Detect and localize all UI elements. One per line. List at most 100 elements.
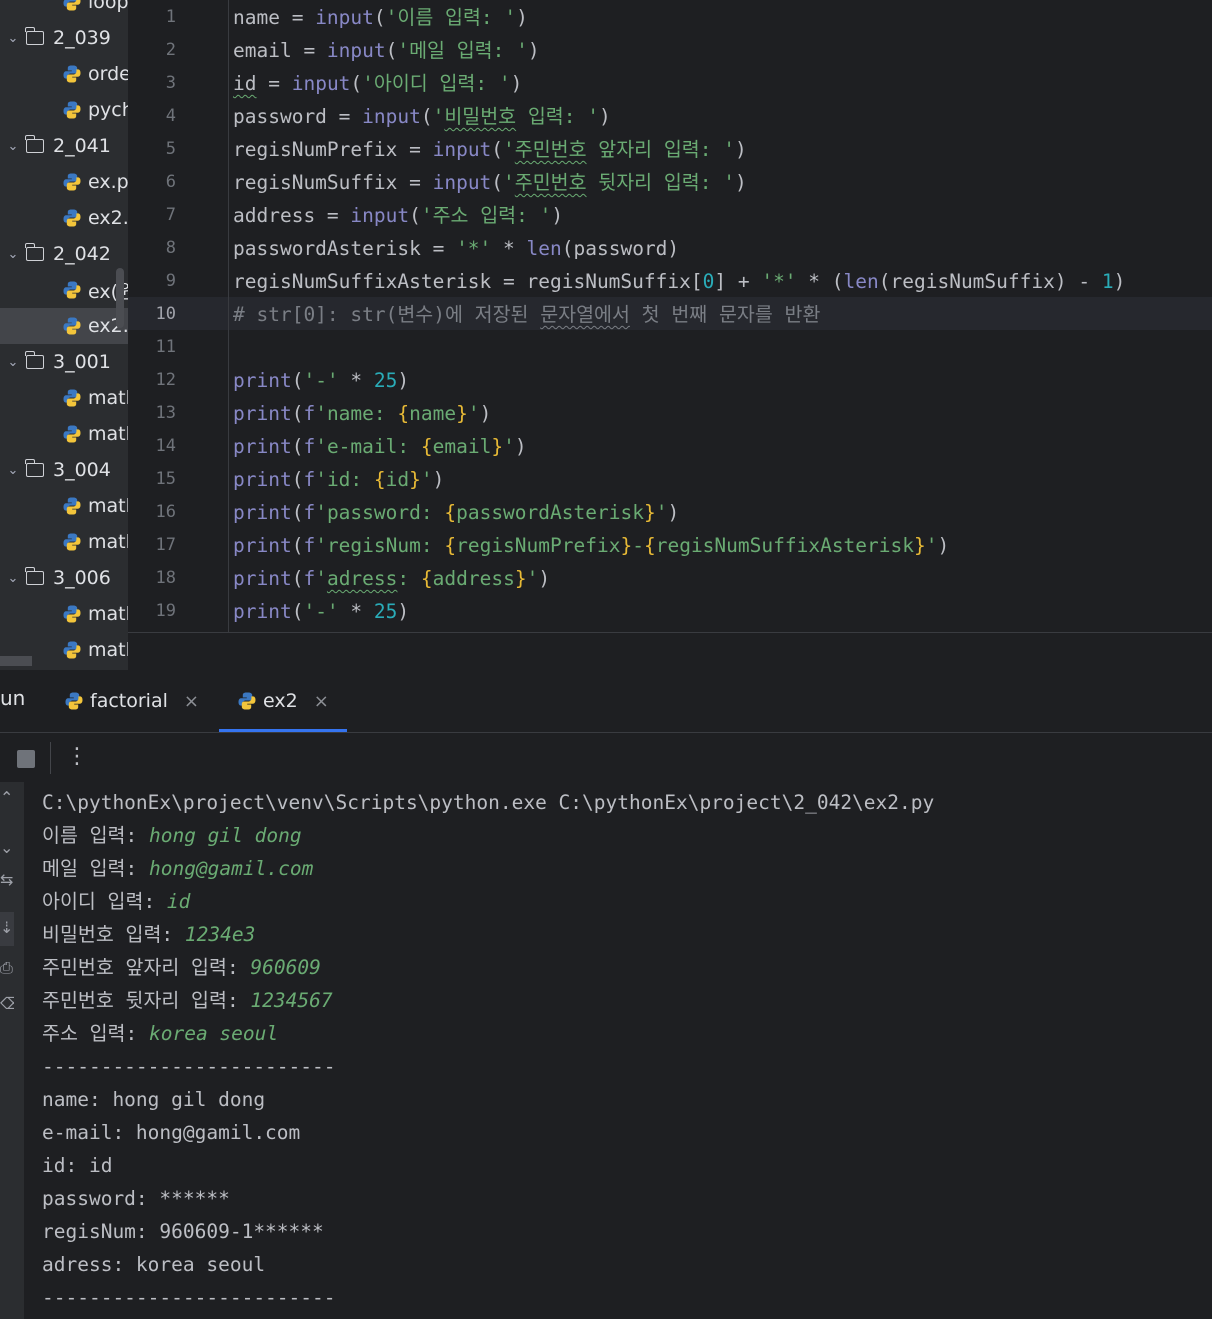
code-line[interactable]: print(f'password: {passwordAsterisk}'): [233, 496, 679, 529]
tree-folder[interactable]: ⌄ 3_006: [0, 560, 128, 596]
tree-item-label: 3_001: [53, 351, 111, 373]
console-text: 비밀번호 입력:: [42, 923, 185, 946]
console-text: adress: korea seoul: [42, 1253, 266, 1276]
tree-file[interactable]: orde: [0, 56, 128, 92]
code-line[interactable]: id = input('아이디 입력: '): [233, 67, 522, 100]
chevron-down-icon[interactable]: ⌄: [0, 247, 26, 262]
code-line[interactable]: regisNumPrefix = input('주민번호 앞자리 입력: '): [233, 133, 747, 166]
tree-item-label: 2_042: [53, 243, 111, 265]
stop-button[interactable]: [17, 750, 35, 768]
project-tree[interactable]: loop ⌄ 2_039 orde pych ⌄ 2_041 ex.p ex2. ⌄ 2_042 ex…: [0, 0, 128, 670]
console-line: 메일 입력: hong@gamil.com: [42, 852, 1202, 885]
code-line[interactable]: print(f'adress: {address}'): [233, 562, 550, 595]
tree-item-label: orde: [88, 63, 128, 85]
tree-file[interactable]: matl: [0, 596, 128, 632]
tree-file[interactable]: matl: [0, 488, 128, 524]
tree-item-label: 2_041: [53, 135, 111, 157]
code-editor[interactable]: 1 2 3 4 5 6 7 8 9 10 11 12 13 14 15 16 17 18 19 name = inp…: [128, 0, 1212, 670]
tree-file[interactable]: matl: [0, 416, 128, 452]
line-number: 19: [155, 601, 176, 621]
tree-file[interactable]: pych: [0, 92, 128, 128]
soft-wrap-icon[interactable]: ⇆: [0, 870, 14, 889]
run-panel: un factorial × ex2 × ⋮ ⌃ ⌄ ⇆ ⇣ ⎙ ⌫ C:\py…: [0, 670, 1212, 1319]
trash-icon[interactable]: ⌫: [0, 994, 14, 1013]
console-text: -------------------------: [42, 1055, 336, 1078]
code-line[interactable]: password = input('비밀번호 입력: '): [233, 100, 611, 133]
code-line[interactable]: address = input('주소 입력: '): [233, 199, 563, 232]
tree-file[interactable]: ex2.: [0, 200, 128, 236]
tree-folder[interactable]: ⌄ 2_042: [0, 236, 128, 272]
close-icon[interactable]: ×: [314, 691, 329, 712]
console-text: name: hong gil dong: [42, 1088, 266, 1111]
tab-label: factorial: [90, 690, 168, 712]
line-number: 11: [155, 337, 176, 357]
tree-file[interactable]: ex2.: [0, 308, 128, 344]
tree-file[interactable]: loop: [0, 0, 128, 20]
tab-factorial[interactable]: factorial ×: [64, 670, 199, 732]
line-number: 10: [155, 304, 176, 324]
code-line[interactable]: print('-' * 25): [233, 364, 409, 397]
tree-item-label: matl: [88, 639, 128, 661]
folder-icon: [25, 351, 44, 369]
console-text: 메일 입력:: [42, 857, 149, 880]
python-file-icon: [63, 425, 81, 443]
code-line[interactable]: email = input('메일 입력: '): [233, 34, 540, 67]
tab-ex2[interactable]: ex2 ×: [219, 670, 347, 732]
tree-scrollbar[interactable]: [116, 268, 124, 328]
tree-item-label: 2_039: [53, 27, 111, 49]
code-line[interactable]: print(f'regisNum: {regisNumPrefix}-{regi…: [233, 529, 949, 562]
folder-icon: [25, 459, 44, 477]
code-line[interactable]: print(f'e-mail: {email}'): [233, 430, 527, 463]
scroll-down-icon[interactable]: ⌄: [0, 838, 14, 857]
chevron-down-icon[interactable]: ⌄: [0, 463, 26, 478]
tree-folder[interactable]: ⌄ 2_039: [0, 20, 128, 56]
tree-item-label: matl: [88, 423, 128, 445]
tree-file[interactable]: matl: [0, 380, 128, 416]
run-tab-bar: un factorial × ex2 ×: [0, 670, 1212, 733]
line-number: 7: [165, 205, 176, 225]
tree-folder[interactable]: ⌄ 2_041: [0, 128, 128, 164]
console-line: 이름 입력: hong gil dong: [42, 819, 1202, 852]
python-file-icon: [63, 389, 81, 407]
scroll-to-end-icon[interactable]: ⇣: [0, 918, 14, 937]
console-user-input: 1234e3: [184, 923, 256, 946]
code-line[interactable]: # str[0]: str(변수)에 저장된 문자열에서 첫 번째 문자를 반환: [233, 298, 820, 331]
code-line[interactable]: print(f'id: {id}'): [233, 463, 444, 496]
console-line: adress: korea seoul: [42, 1248, 1202, 1281]
tree-item-label: matl: [88, 603, 128, 625]
console-user-input: korea seoul: [148, 1022, 279, 1045]
tree-folder[interactable]: ⌄ 3_004: [0, 452, 128, 488]
line-number: 13: [155, 403, 176, 423]
console-output[interactable]: C:\pythonEx\project\venv\Scripts\python.…: [42, 786, 1202, 1314]
more-options-icon[interactable]: ⋮: [66, 744, 88, 769]
console-text: 주민번호 뒷자리 입력:: [42, 989, 251, 1012]
python-file-icon: [63, 605, 81, 623]
chevron-down-icon[interactable]: ⌄: [0, 139, 26, 154]
tree-file[interactable]: matl: [0, 524, 128, 560]
tree-file[interactable]: ex.p: [0, 164, 128, 200]
code-line[interactable]: print('-' * 25): [233, 595, 409, 628]
console-line: regisNum: 960609-1******: [42, 1215, 1202, 1248]
console-line: 주민번호 뒷자리 입력: 1234567: [42, 984, 1202, 1017]
console-text: e-mail: hong@gamil.com: [42, 1121, 301, 1144]
tree-folder[interactable]: ⌄ 3_001: [0, 344, 128, 380]
print-icon[interactable]: ⎙: [0, 958, 14, 978]
code-line[interactable]: name = input('이름 입력: '): [233, 1, 528, 34]
scroll-up-icon[interactable]: ⌃: [0, 788, 14, 807]
code-line[interactable]: regisNumSuffixAsterisk = regisNumSuffix[…: [233, 265, 1125, 298]
code-line[interactable]: passwordAsterisk = '*' * len(password): [233, 232, 679, 265]
close-icon[interactable]: ×: [184, 691, 199, 712]
line-number: 9: [165, 271, 176, 291]
console-text: 주민번호 앞자리 입력:: [42, 956, 251, 979]
line-number: 8: [165, 238, 176, 258]
code-line[interactable]: regisNumSuffix = input('주민번호 뒷자리 입력: '): [233, 166, 747, 199]
code-line[interactable]: print(f'name: {name}'): [233, 397, 491, 430]
chevron-down-icon[interactable]: ⌄: [0, 571, 26, 586]
tree-file[interactable]: ex(원: [0, 272, 128, 308]
tree-horizontal-scrollbar[interactable]: [0, 656, 32, 666]
tree-item-label: ex.p: [88, 171, 128, 193]
console-user-input: hong gil dong: [148, 824, 302, 847]
line-number: 14: [155, 436, 176, 456]
chevron-down-icon[interactable]: ⌄: [0, 355, 26, 370]
chevron-down-icon[interactable]: ⌄: [0, 31, 26, 46]
